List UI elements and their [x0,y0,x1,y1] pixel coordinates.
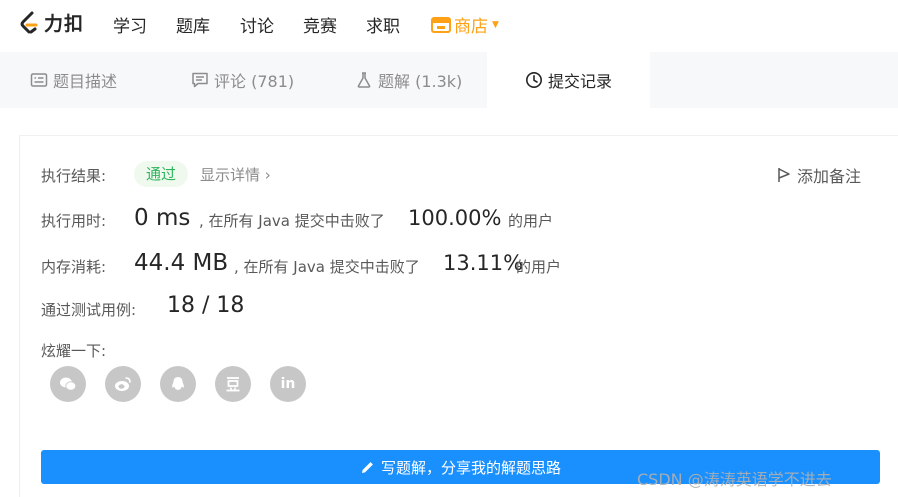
memory-percentile: 13.11% [443,251,524,275]
flag-icon [778,168,790,182]
tab-solutions[interactable]: 题解 (1.3k) [355,52,462,108]
weibo-icon[interactable] [105,366,141,402]
write-solution-label: 写题解，分享我的解题思路 [380,458,561,477]
chevron-right-icon: › [264,166,271,184]
nav-item-shop[interactable]: 商店 ▼ [431,12,499,37]
pencil-icon [361,461,373,473]
qq-icon[interactable] [160,366,196,402]
nav-item-study[interactable]: 学习 [113,12,147,37]
runtime-beat-text: , 在所有 Java 提交中击败了 [199,212,385,230]
tab-solutions-label: 题解 (1.3k) [378,72,463,91]
linkedin-icon[interactable]: in [270,366,306,402]
memory-value: 44.4 MB [134,250,229,276]
top-nav: 力扣 学习 题库 讨论 竞赛 求职 商店 ▼ [0,0,898,46]
leetcode-logo-icon [20,11,38,33]
flask-icon [357,72,371,88]
comment-icon [192,72,208,88]
runtime-label: 执行用时: [41,212,107,230]
status-badge: 通过 [134,161,189,187]
result-label: 执行结果: [41,167,107,185]
logo-text: 力扣 [44,13,85,35]
test-cases-label: 通过测试用例: [41,301,137,319]
tab-description-label: 题目描述 [53,72,118,91]
nav-item-jobs[interactable]: 求职 [366,12,400,37]
caret-down-icon: ▼ [492,19,499,30]
runtime-users-suffix: 的用户 [508,212,554,230]
tab-comments-label: 评论 (781) [214,72,295,91]
runtime-value: 0 ms [134,205,191,231]
logo[interactable]: 力扣 [18,9,84,36]
tab-comments[interactable]: 评论 (781) [191,52,294,108]
show-details-label: 显示详情 [200,166,261,184]
wechat-icon[interactable] [50,366,86,402]
show-details-link[interactable]: 显示详情 › [200,164,271,185]
nav-item-contest[interactable]: 竞赛 [303,12,337,37]
add-note-label: 添加备注 [797,167,862,186]
test-cases-value: 18 / 18 [167,293,245,318]
douban-icon[interactable] [215,366,251,402]
add-note-button[interactable]: 添加备注 [777,163,861,187]
tabs-bar: 题目描述 评论 (781) 题解 (1.3k) 提交记录 [0,52,898,108]
description-icon [30,73,48,87]
nav-item-problems[interactable]: 题库 [176,12,210,37]
tab-description[interactable]: 题目描述 [30,52,117,108]
memory-label: 内存消耗: [41,258,107,276]
clock-icon [526,72,542,88]
memory-beat-text: , 在所有 Java 提交中击败了 [234,258,420,276]
shop-label: 商店 [454,17,488,37]
shop-icon [431,16,451,33]
tab-submissions[interactable]: 提交记录 [487,52,650,108]
submission-result-card [19,135,898,497]
nav-item-discuss[interactable]: 讨论 [240,12,274,37]
memory-users-suffix: 的用户 [516,258,562,276]
linkedin-icon-text: in [280,376,296,392]
runtime-percentile: 100.00% [408,206,502,230]
share-label: 炫耀一下: [41,342,107,360]
tab-submissions-label: 提交记录 [548,72,613,91]
watermark: CSDN @涛涛英语学不进去 [637,470,832,489]
